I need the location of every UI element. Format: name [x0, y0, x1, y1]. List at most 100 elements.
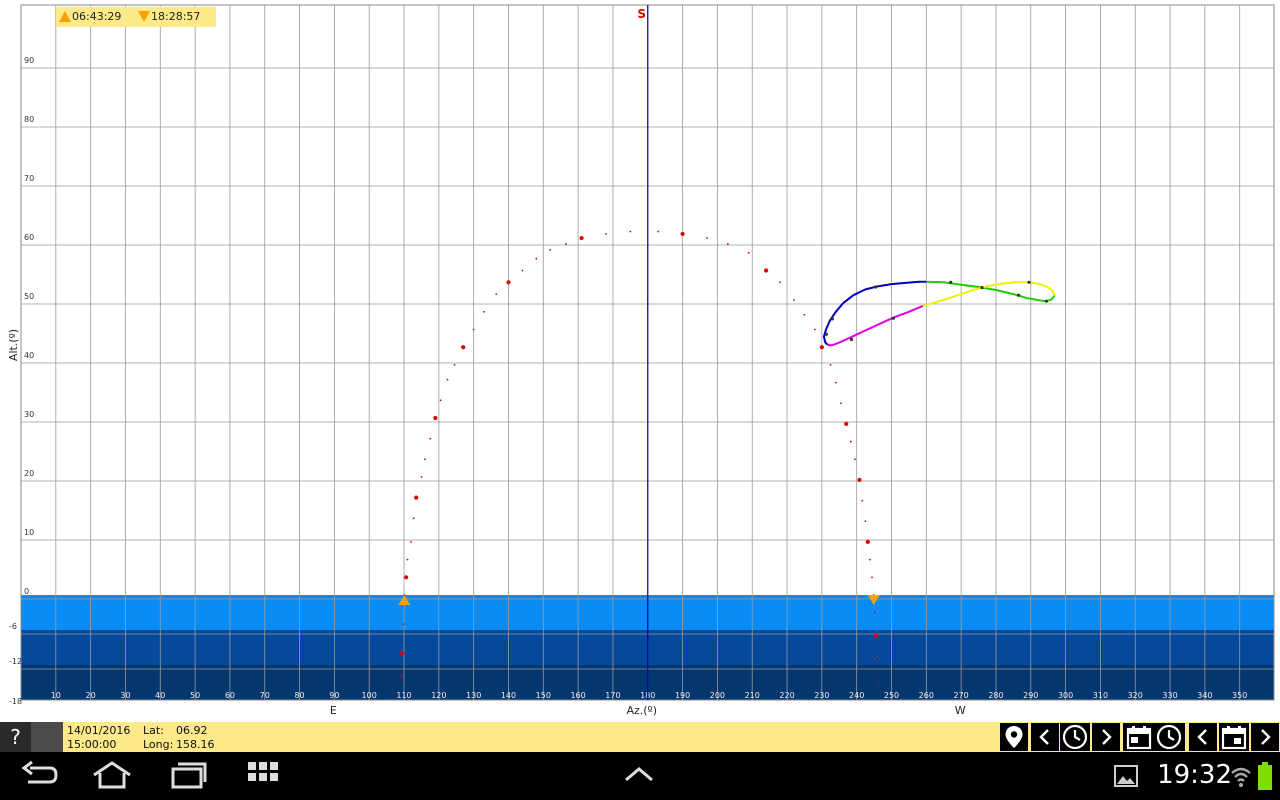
x-tick-label: 300	[1058, 691, 1073, 700]
sun-path-point	[495, 293, 498, 295]
chevron-up-icon[interactable]	[622, 760, 656, 790]
y-tick-label: 40	[24, 351, 34, 360]
sun-path-point	[779, 281, 781, 284]
set-time: 18:28:57	[138, 10, 200, 23]
x-tick-label: 30	[120, 691, 130, 700]
sun-path-point	[874, 611, 877, 614]
y-tick-label: 80	[24, 115, 34, 124]
sun-path-point	[871, 576, 873, 579]
time-back-button[interactable]	[1031, 723, 1059, 751]
sun-hour-dot	[680, 231, 685, 237]
y-axis-label: Alt.(º)	[7, 329, 20, 361]
sun-hour-dot	[865, 539, 870, 545]
rise-time-value: 06:43:29	[72, 10, 122, 23]
back-icon[interactable]	[20, 760, 58, 790]
x-tick-label: 60	[225, 691, 235, 700]
x-tick-label: 200	[710, 691, 725, 700]
analemma-dot	[824, 332, 828, 336]
chevron-right-icon	[1102, 729, 1112, 745]
sun-path-point	[412, 517, 415, 520]
altitude-azimuth-chart[interactable]: 9080706050403020100-6-12-18 10 20 30 40 50 60…	[0, 0, 1280, 722]
calendar-icon	[1221, 726, 1247, 750]
location-button[interactable]	[1000, 723, 1028, 751]
x-tick-label: 310	[1093, 691, 1108, 700]
sun-path-point	[706, 237, 708, 239]
sun-path-point	[813, 328, 816, 331]
x-tick-label: 70	[260, 691, 270, 700]
analemma-dot	[949, 280, 953, 284]
sun-path-point	[410, 541, 412, 543]
sun-hour-dot	[400, 651, 405, 656]
sun-path-point	[605, 233, 607, 235]
sun-path-point	[829, 364, 832, 366]
sun-path-point	[657, 230, 660, 233]
sun-path-point	[400, 675, 403, 678]
set-time-value: 18:28:57	[151, 10, 201, 23]
sun-hour-dot	[844, 421, 849, 426]
x-tick-label: 140	[501, 691, 516, 700]
help-button[interactable]: ?	[0, 722, 31, 752]
wifi-icon	[1231, 767, 1251, 787]
toolbar	[996, 722, 1280, 752]
y-tick-label: 70	[24, 174, 34, 183]
analemma-segment	[922, 281, 1056, 307]
sun-hour-dot	[461, 345, 466, 350]
sun-path-point	[861, 499, 864, 502]
lat-label: Lat:	[143, 724, 164, 737]
south-label: S	[637, 7, 646, 21]
sun-hour-dot	[819, 345, 824, 350]
system-clock: 19:32	[1157, 760, 1232, 790]
calendar-clock-icon	[1126, 724, 1182, 750]
recent-apps-icon[interactable]	[170, 760, 208, 790]
time-forward-button[interactable]	[1092, 723, 1120, 751]
sun-path-point	[864, 520, 867, 523]
y-tick-label: 10	[24, 528, 34, 537]
sun-path-point	[549, 248, 552, 251]
long-label: Long:	[143, 738, 174, 751]
y-tick-label: 90	[24, 56, 34, 65]
x-tick-label: 210	[745, 691, 760, 700]
x-axis-label: Az.(º)	[626, 704, 657, 717]
analemma-segment	[822, 280, 927, 346]
sun-hour-dot	[404, 575, 409, 580]
x-tick-label: 220	[779, 691, 794, 700]
sun-path-point	[793, 299, 795, 301]
sun-hour-dot	[579, 235, 584, 241]
x-tick-label: 10	[51, 691, 61, 700]
rise-set-box: 06:43:29 18:28:57	[56, 7, 216, 27]
x-tick-label: 230	[814, 691, 829, 700]
cardinal-label: E	[330, 704, 337, 717]
sun-path-point	[483, 310, 486, 313]
sun-path-point	[472, 328, 475, 331]
sun-hour-dot	[414, 495, 419, 500]
long-value: 158.16	[176, 738, 215, 751]
system-navigation-bar: 19:32	[0, 752, 1280, 800]
sun-hour-dot	[764, 268, 769, 273]
x-tick-label: 50	[190, 691, 200, 700]
date-button[interactable]	[1219, 723, 1249, 751]
analemma-dot	[874, 285, 878, 289]
chevron-left-icon	[1197, 729, 1207, 745]
x-tick-label: 20	[86, 691, 96, 700]
y-tick-label: 60	[24, 233, 34, 242]
x-tick-label: 150	[536, 691, 551, 700]
x-tick-label: 260	[919, 691, 934, 700]
x-tick-label: 320	[1128, 691, 1143, 700]
analemma-dot	[891, 316, 895, 320]
sun-path-point	[565, 243, 567, 245]
date-back-button[interactable]	[1189, 723, 1217, 751]
date-forward-button[interactable]	[1251, 723, 1279, 751]
status-spacer	[31, 722, 63, 752]
date-time-button[interactable]	[1123, 723, 1185, 751]
sun-path-point	[402, 623, 405, 626]
x-tick-label: 130	[466, 691, 481, 700]
sun-path-point	[747, 251, 750, 254]
apps-grid-icon[interactable]	[246, 760, 280, 790]
y-tick-label: 0	[24, 587, 29, 596]
sun-path-point	[521, 269, 524, 272]
sun-path-point	[726, 243, 729, 245]
home-icon[interactable]	[90, 760, 134, 790]
time-button[interactable]	[1060, 723, 1090, 751]
analemma-curve	[822, 280, 1056, 347]
sun-path-point	[446, 378, 449, 381]
